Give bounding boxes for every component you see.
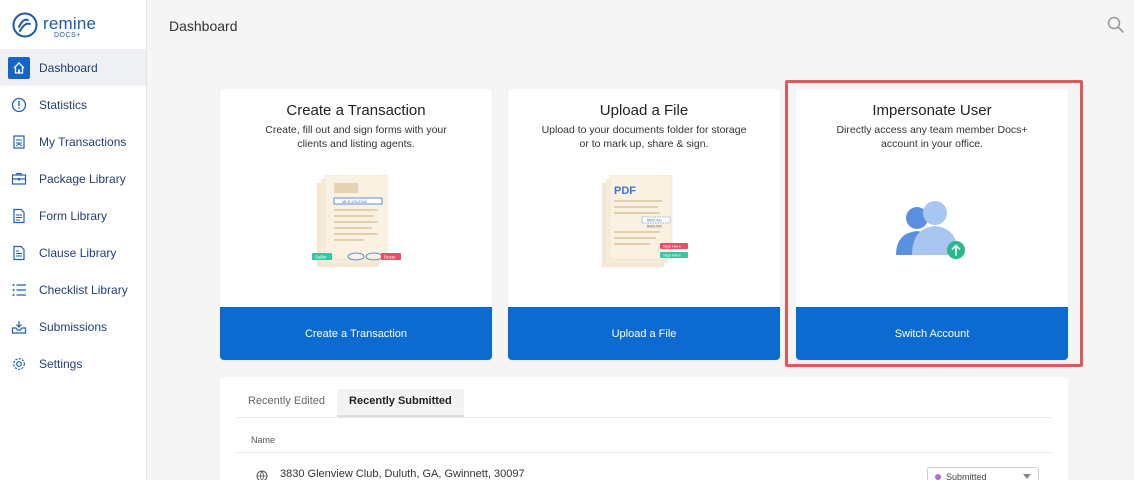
tabs-divider — [236, 417, 1052, 418]
card-description: Create, fill out and sign forms with you… — [265, 124, 447, 150]
row-name[interactable]: 3830 Glenview Club, Duluth, GA, Gwinnett… — [280, 468, 525, 480]
brand-sub: DOCS+ — [54, 32, 81, 39]
status-dot — [935, 474, 941, 480]
sidebar-item-label: Form Library — [39, 208, 108, 223]
table-row[interactable]: 3830 Glenview Club, Duluth, GA, Gwinnett… — [236, 467, 1052, 480]
amount-box-text: $500,000 — [647, 219, 662, 223]
transactions-icon — [10, 133, 28, 151]
page-title: Dashboard — [169, 18, 238, 34]
globe-icon — [256, 469, 268, 480]
status-label: Submitted — [946, 472, 987, 480]
sidebar-item-form-library[interactable]: Form Library — [0, 197, 146, 234]
card-description: Upload to your documents folder for stor… — [541, 124, 747, 150]
pdf-label-text: PDF — [614, 185, 636, 197]
status-select[interactable]: Submitted — [927, 467, 1039, 480]
brand-name: remine — [43, 14, 97, 33]
sidebar-item-label: My Transactions — [39, 134, 127, 149]
sidebar-item-label: Checklist Library — [39, 282, 128, 297]
card-title: Create a Transaction — [286, 102, 426, 119]
sidebar-item-dashboard[interactable]: Dashboard — [0, 49, 146, 86]
checklist-icon — [10, 281, 28, 299]
home-icon — [8, 56, 30, 79]
impersonate-user-card: Impersonate User Directly access any tea… — [796, 89, 1068, 360]
create-transaction-card: Create a Transaction Create, fill out an… — [220, 89, 492, 360]
sign-here-tag-text: Sign Here — [663, 244, 682, 249]
column-header-name: Name — [251, 435, 276, 445]
create-transaction-button[interactable]: Create a Transaction — [220, 307, 492, 360]
sidebar-item-my-transactions[interactable]: My Transactions — [0, 123, 146, 160]
sidebar-nav: Dashboard Statistics My Transactions Pac… — [0, 49, 146, 382]
recent-documents-panel: Recently Edited Recently Submitted Name … — [220, 377, 1068, 480]
pdf-document-illustration: PDF $500,000 $400,000 Sign Here Sign Her… — [602, 175, 688, 267]
sidebar-item-label: Package Library — [39, 171, 126, 186]
recent-tabs: Recently Edited Recently Submitted — [236, 389, 464, 417]
seller-tag-text: Seller — [315, 254, 327, 259]
sidebar-item-label: Dashboard — [39, 60, 98, 75]
sidebar-item-label: Submissions — [39, 319, 108, 334]
card-title: Upload a File — [599, 102, 689, 119]
switch-account-button[interactable]: Switch Account — [796, 307, 1068, 360]
sidebar-item-label: Clause Library — [39, 245, 117, 260]
upload-file-button[interactable]: Upload a File — [508, 307, 780, 360]
remine-logo-icon — [12, 12, 38, 38]
clause-icon — [10, 244, 28, 262]
sign-here-tag-text: Sign Here — [663, 253, 682, 258]
mls-field-text: MLS #312345 — [342, 199, 368, 204]
sidebar-item-label: Settings — [39, 356, 83, 371]
sidebar-item-submissions[interactable]: Submissions — [0, 308, 146, 345]
tab-recently-edited[interactable]: Recently Edited — [236, 389, 337, 417]
sidebar-item-label: Statistics — [39, 97, 88, 112]
package-icon — [10, 170, 28, 188]
search-icon[interactable] — [1106, 15, 1126, 35]
upload-file-card: Upload a File Upload to your documents f… — [508, 89, 780, 360]
users-switch-icon — [896, 201, 965, 259]
sidebar: remine DOCS+ Dashboard Statistics My Tra… — [0, 0, 147, 480]
sidebar-item-package-library[interactable]: Package Library — [0, 160, 146, 197]
buyer-tag-text: Buyer — [384, 254, 396, 259]
card-description: Directly access any team member Docs+ ac… — [836, 124, 1028, 150]
form-icon — [10, 207, 28, 225]
info-circle-icon — [10, 96, 28, 114]
amount-text: $400,000 — [647, 225, 662, 229]
header-divider — [236, 452, 1052, 453]
card-title: Impersonate User — [872, 102, 992, 119]
logo[interactable]: remine DOCS+ — [12, 10, 112, 44]
chevron-down-icon — [1023, 474, 1031, 479]
sidebar-item-settings[interactable]: Settings — [0, 345, 146, 382]
transaction-document-illustration: MLS #312345 Seller Buyer — [312, 175, 401, 267]
tab-recently-submitted[interactable]: Recently Submitted — [337, 389, 464, 417]
gear-icon — [10, 355, 28, 373]
sidebar-item-statistics[interactable]: Statistics — [0, 86, 146, 123]
submissions-icon — [10, 318, 28, 336]
sidebar-item-clause-library[interactable]: Clause Library — [0, 234, 146, 271]
sidebar-item-checklist-library[interactable]: Checklist Library — [0, 271, 146, 308]
